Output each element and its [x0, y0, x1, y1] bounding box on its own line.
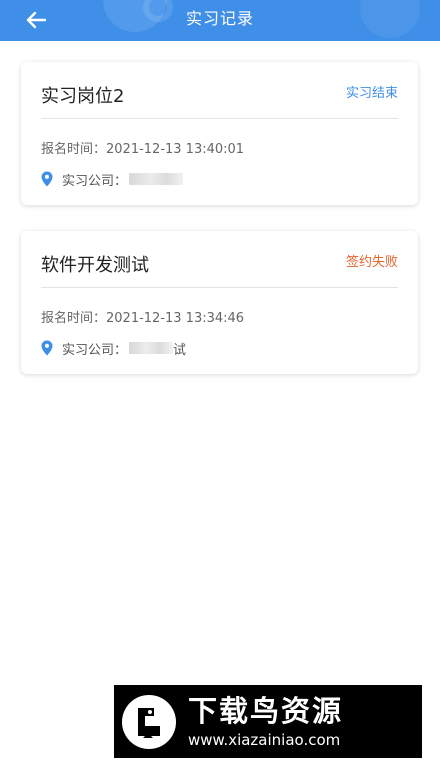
divider — [41, 118, 398, 119]
company-label: 实习公司： — [62, 342, 128, 358]
watermark-title: 下载鸟资源 — [188, 693, 344, 728]
divider — [41, 287, 398, 288]
signup-time: 报名时间：2021-12-13 13:40:01 — [41, 142, 245, 157]
signup-time: 报名时间：2021-12-13 13:34:46 — [41, 311, 245, 326]
watermark-banner: 下载鸟资源 www.xiazainiao.com — [114, 685, 422, 758]
location-pin-icon — [41, 171, 53, 187]
company-label: 实习公司： — [62, 173, 128, 189]
bird-logo-icon — [122, 694, 176, 749]
page-title: 实习记录 — [185, 9, 254, 28]
record-card[interactable]: 软件开发测试 签约失败 报名时间：2021-12-13 13:34:46 实习公… — [21, 231, 418, 374]
company-name-suffix: 试 — [173, 342, 187, 358]
bird-icon — [138, 707, 160, 738]
location-pin-icon — [41, 340, 53, 356]
record-title: 实习岗位2 — [41, 86, 125, 107]
watermark-url: www.xiazainiao.com — [188, 730, 341, 749]
company-row: 实习公司： 试 — [41, 339, 187, 358]
app-header: 实习记录 — [0, 0, 440, 41]
company-name-masked — [129, 173, 184, 185]
status-badge: 签约失败 — [345, 255, 398, 270]
company-name-masked — [129, 342, 174, 354]
record-title: 软件开发测试 — [41, 255, 149, 276]
record-card[interactable]: 实习岗位2 实习结束 报名时间：2021-12-13 13:40:01 实习公司… — [21, 62, 418, 205]
company-row: 实习公司： — [41, 170, 184, 189]
status-badge: 实习结束 — [345, 86, 398, 101]
